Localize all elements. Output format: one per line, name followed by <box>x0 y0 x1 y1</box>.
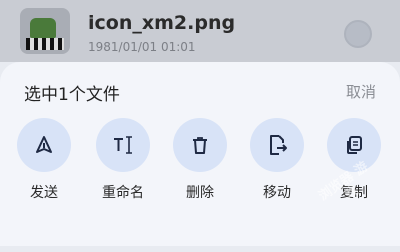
rename-icon-circle <box>96 118 150 172</box>
file-select-checkbox[interactable] <box>344 20 372 48</box>
send-button[interactable]: 发送 <box>8 118 80 202</box>
send-icon-circle <box>17 118 71 172</box>
send-label: 发送 <box>30 185 58 201</box>
rename-icon <box>112 135 134 155</box>
android-icon <box>30 18 56 38</box>
cancel-button[interactable]: 取消 <box>346 81 376 102</box>
file-list-row[interactable]: icon_xm2.png 1981/01/01 01:01 <box>0 0 400 62</box>
move-icon <box>266 134 288 156</box>
move-button[interactable]: 移动 <box>241 118 313 202</box>
move-icon-circle <box>250 118 304 172</box>
copy-icon <box>344 135 364 155</box>
action-bottom-sheet: 选中1个文件 取消 发送 重命名 删除 移动 复制 浏览器 游戏 <box>0 62 400 246</box>
move-label: 移动 <box>263 185 291 201</box>
trash-icon <box>190 135 210 155</box>
rename-label: 重命名 <box>102 185 144 201</box>
thumbnail-pattern <box>26 38 64 50</box>
delete-label: 删除 <box>186 185 214 201</box>
send-icon <box>34 135 54 155</box>
delete-button[interactable]: 删除 <box>164 118 236 202</box>
trash-icon-circle <box>173 118 227 172</box>
rename-button[interactable]: 重命名 <box>87 118 159 202</box>
file-thumbnail <box>20 8 70 54</box>
file-name: icon_xm2.png <box>88 12 236 34</box>
sheet-title: 选中1个文件 <box>24 85 120 105</box>
file-date: 1981/01/01 01:01 <box>88 40 196 54</box>
